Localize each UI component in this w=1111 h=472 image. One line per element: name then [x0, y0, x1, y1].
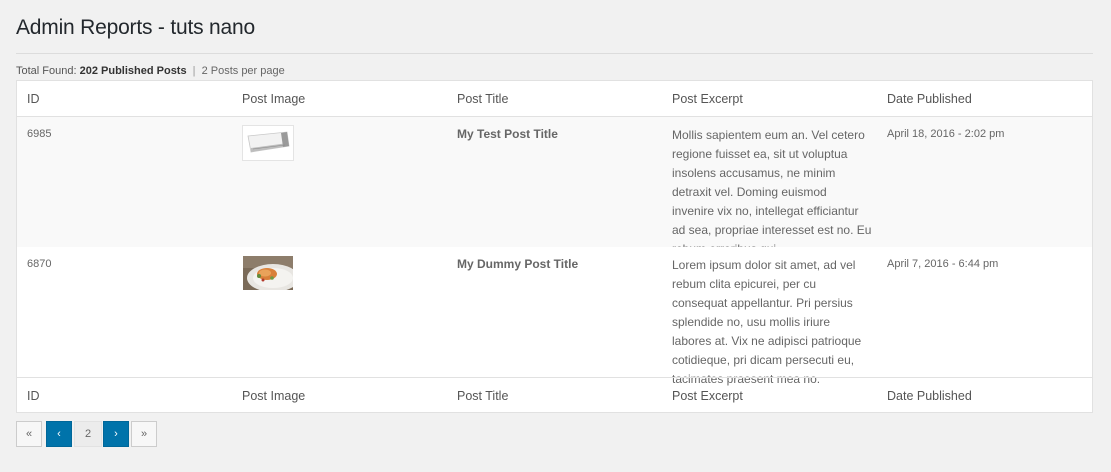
posts-per-page: 2 Posts per page — [201, 65, 285, 77]
first-page-button[interactable]: « — [16, 421, 42, 447]
summary-separator: | — [192, 65, 196, 77]
column-footer-post-excerpt: Post Excerpt — [672, 389, 743, 403]
column-header-post-image: Post Image — [242, 92, 306, 106]
total-found-label: Total Found: — [16, 65, 77, 77]
table-header-row: ID Post Image Post Title Post Excerpt Da… — [17, 81, 1092, 117]
post-excerpt: Lorem ipsum dolor sit amet, ad vel rebum… — [672, 258, 862, 386]
post-id: 6985 — [27, 128, 52, 140]
column-footer-post-image: Post Image — [242, 389, 306, 403]
current-page-indicator: 2 — [74, 421, 102, 447]
air-conditioner-thumbnail-icon — [242, 125, 294, 161]
page-title: Admin Reports - tuts nano — [16, 16, 255, 39]
post-excerpt: Mollis sapientem eum an. Vel cetero regi… — [672, 128, 872, 256]
post-date: April 7, 2016 - 6:44 pm — [887, 258, 999, 270]
table-row: 6985 My Test Post Title Mollis sapientem… — [17, 117, 1092, 256]
column-footer-post-title: Post Title — [457, 389, 509, 403]
column-header-id: ID — [27, 92, 40, 106]
previous-page-button[interactable]: ‹ — [46, 421, 72, 447]
posts-table: ID Post Image Post Title Post Excerpt Da… — [16, 80, 1093, 413]
column-header-date-published: Date Published — [887, 92, 972, 106]
title-divider — [16, 53, 1093, 54]
table-row: 6870 My Dummy Post Title Lorem ipsum dol… — [17, 247, 1092, 386]
results-summary: Total Found: 202 Published Posts | 2 Pos… — [16, 65, 285, 77]
post-id: 6870 — [27, 258, 52, 270]
post-title-link[interactable]: My Test Post Title — [457, 127, 558, 141]
post-title-link[interactable]: My Dummy Post Title — [457, 257, 578, 271]
next-page-button[interactable]: › — [103, 421, 129, 447]
table-footer-row: ID Post Image Post Title Post Excerpt Da… — [17, 377, 1092, 413]
column-header-post-excerpt: Post Excerpt — [672, 92, 743, 106]
total-found-value: 202 Published Posts — [79, 65, 187, 77]
post-date: April 18, 2016 - 2:02 pm — [887, 128, 1005, 140]
column-footer-date-published: Date Published — [887, 389, 972, 403]
last-page-button[interactable]: » — [131, 421, 157, 447]
column-footer-id: ID — [27, 389, 40, 403]
food-plate-thumbnail-icon — [242, 255, 294, 291]
column-header-post-title: Post Title — [457, 92, 509, 106]
